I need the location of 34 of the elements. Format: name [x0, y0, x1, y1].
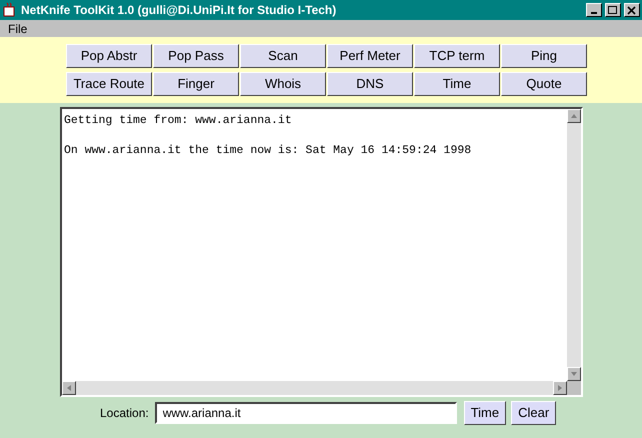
tool-button[interactable]: Time	[414, 72, 500, 96]
scroll-down-icon[interactable]	[567, 367, 581, 381]
location-field[interactable]: www.arianna.it	[154, 402, 457, 424]
output-area[interactable]: Getting time from: www.arianna.it On www.arianna.it the time now is: Sat May 16 14:59:24 1998	[60, 107, 583, 397]
maximize-button[interactable]	[605, 3, 621, 17]
tool-button[interactable]: DNS	[327, 72, 413, 96]
tool-button[interactable]: Ping	[501, 44, 587, 68]
menu-item[interactable]: File	[8, 20, 28, 38]
tool-button[interactable]: TCP term	[414, 44, 500, 68]
scroll-left-icon[interactable]	[62, 381, 76, 395]
close-icon	[627, 6, 637, 14]
location-label: Location:	[100, 405, 149, 422]
output-line: Getting time from: www.arianna.it	[64, 113, 292, 128]
action-button[interactable]: Time	[464, 401, 506, 425]
action-button[interactable]: Clear	[511, 401, 556, 425]
scrollbar-corner	[567, 381, 581, 395]
tool-button[interactable]: Finger	[153, 72, 239, 96]
close-button[interactable]	[624, 3, 640, 17]
tool-button[interactable]: Pop Pass	[153, 44, 239, 68]
scroll-up-icon[interactable]	[567, 109, 581, 123]
tool-button[interactable]: Pop Abstr	[66, 44, 152, 68]
tool-button[interactable]: Scan	[240, 44, 326, 68]
scroll-right-icon[interactable]	[553, 381, 567, 395]
output-line: On www.arianna.it the time now is: Sat May 16 14:59:24 1998	[64, 143, 472, 158]
tool-button[interactable]: Whois	[240, 72, 326, 96]
maximize-icon	[608, 6, 618, 14]
tool-button[interactable]: Quote	[501, 72, 587, 96]
vertical-scrollbar[interactable]	[567, 109, 581, 381]
minimize-button[interactable]	[586, 3, 602, 17]
horizontal-scrollbar[interactable]	[62, 381, 567, 395]
minimize-icon	[591, 12, 597, 14]
tool-button[interactable]: Trace Route	[66, 72, 152, 96]
tool-button[interactable]: Perf Meter	[327, 44, 413, 68]
window-title: NetKnife ToolKit 1.0 (gulli@Di.UniPi.It for Studio I-Tech)	[21, 2, 338, 19]
